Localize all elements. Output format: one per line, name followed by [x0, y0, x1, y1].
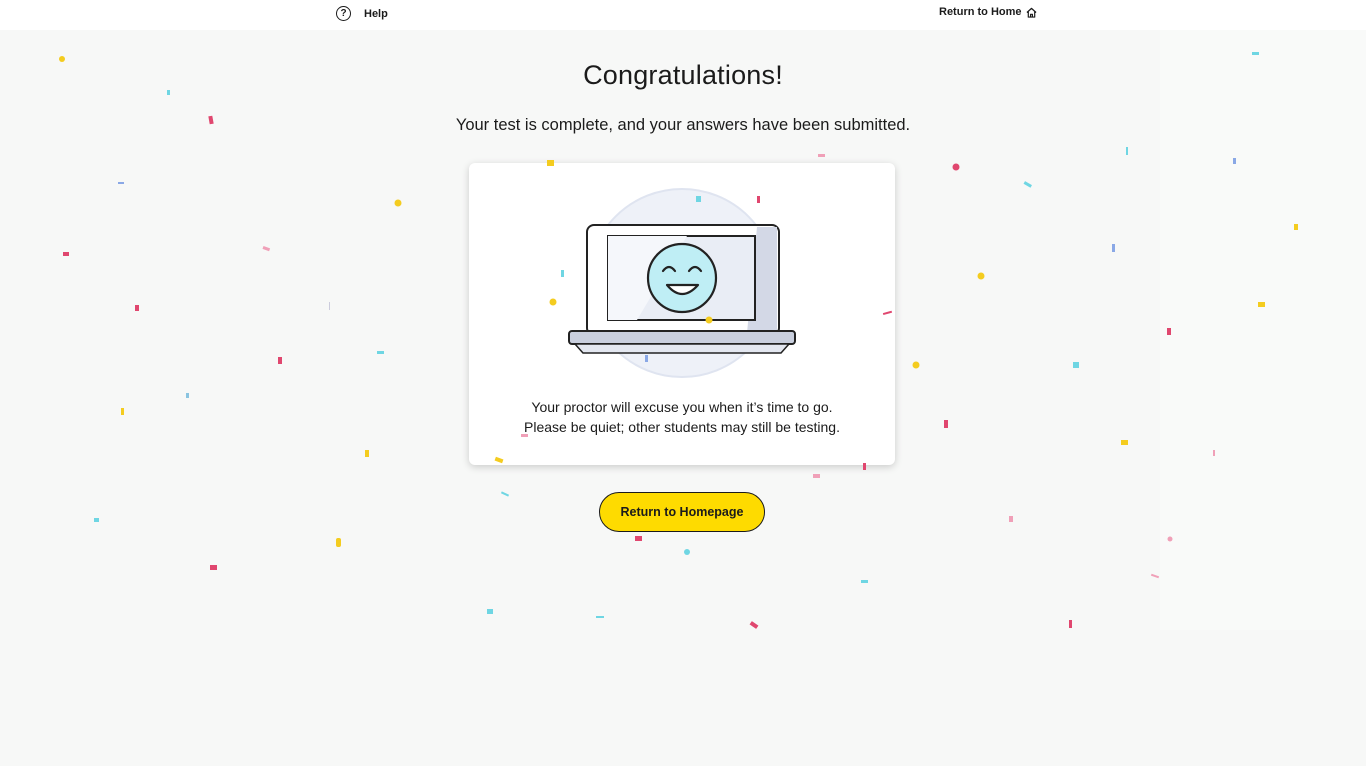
completion-message: Your test is complete, and your answers … — [455, 116, 911, 134]
completion-card: Your proctor will excuse you when it’s t… — [469, 163, 895, 465]
laptop-smiley-illustration — [568, 188, 796, 378]
page-title: Congratulations! — [583, 60, 783, 90]
proctor-instruction: Your proctor will excuse you when it’s t… — [531, 399, 833, 415]
house-icon — [1026, 7, 1036, 18]
question-circle-icon: ? — [336, 6, 351, 21]
help-label: Help — [364, 7, 388, 20]
quiet-instruction: Please be quiet; other students may stil… — [524, 419, 840, 435]
return-to-home-label: Return to Home — [939, 6, 1022, 18]
top-bar: ? Help Return to Home — [0, 0, 1366, 30]
help-link[interactable]: ? Help — [336, 6, 388, 21]
return-to-home-link[interactable]: Return to Home — [939, 6, 1037, 18]
return-to-homepage-button[interactable]: Return to Homepage — [599, 492, 765, 532]
